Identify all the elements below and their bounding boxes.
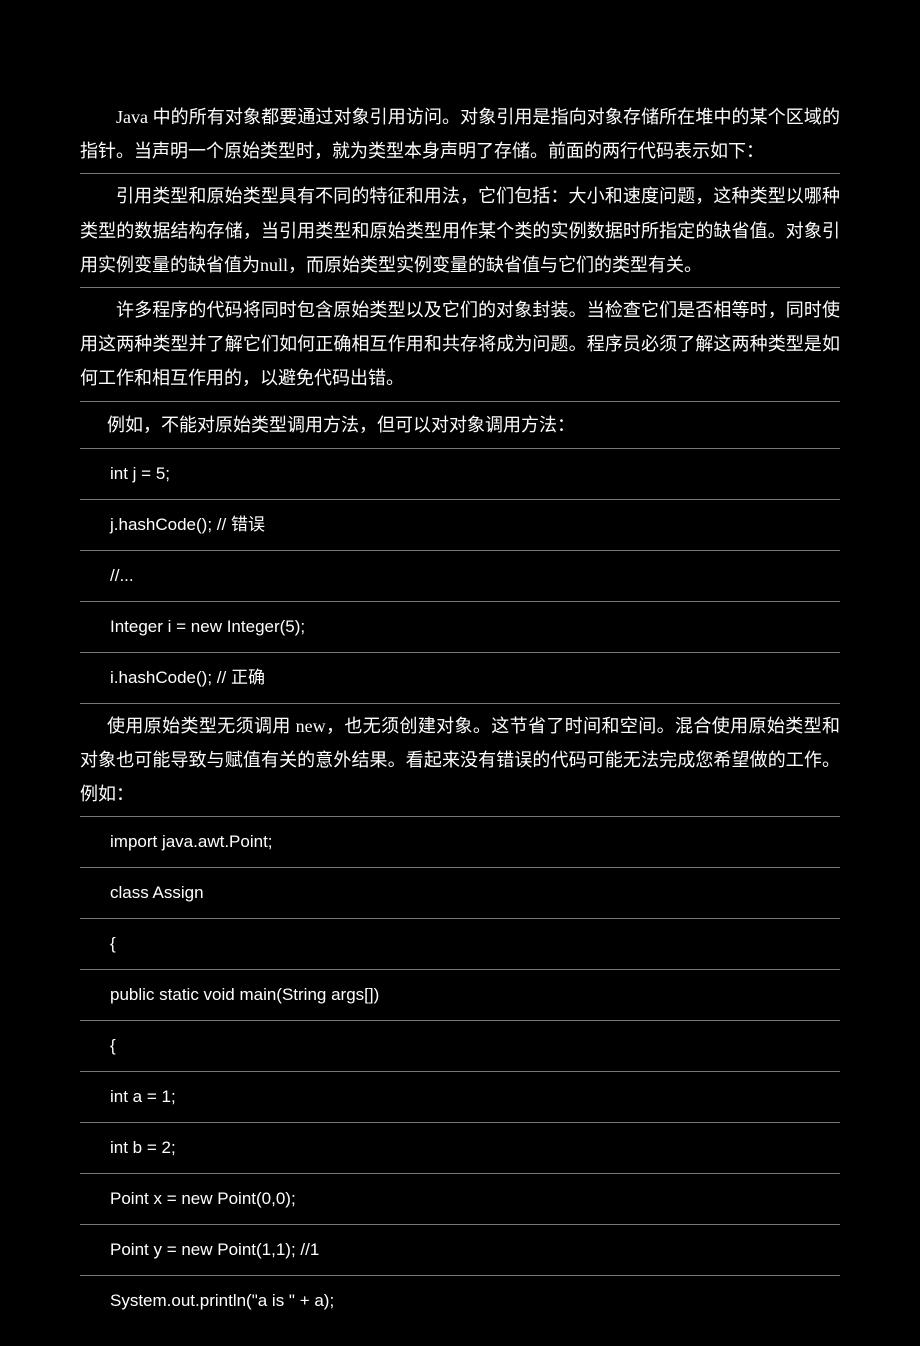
code-line-5: i.hashCode(); // 正确 — [80, 653, 840, 704]
paragraph-1: Java 中的所有对象都要通过对象引用访问。对象引用是指向对象存储所在堆中的某个… — [80, 95, 840, 174]
code-line-7: class Assign — [80, 868, 840, 919]
paragraph-3: 许多程序的代码将同时包含原始类型以及它们的对象封装。当检查它们是否相等时，同时使… — [80, 288, 840, 402]
code-line-10: { — [80, 1021, 840, 1072]
code-line-6: import java.awt.Point; — [80, 817, 840, 868]
content-area: Java 中的所有对象都要通过对象引用访问。对象引用是指向对象存储所在堆中的某个… — [80, 95, 840, 1326]
code-line-3: //... — [80, 551, 840, 602]
code-text: i.hashCode(); // — [110, 668, 231, 687]
document-page: Java 中的所有对象都要通过对象引用访问。对象引用是指向对象存储所在堆中的某个… — [0, 0, 920, 1346]
code-line-2: j.hashCode(); // 错误 — [80, 500, 840, 551]
code-line-12: int b = 2; — [80, 1123, 840, 1174]
code-line-1: int j = 5; — [80, 449, 840, 500]
paragraph-4: 例如，不能对原始类型调用方法，但可以对对象调用方法： — [80, 402, 840, 449]
code-comment: 错误 — [231, 515, 265, 534]
paragraph-5: 使用原始类型无须调用 new，也无须创建对象。这节省了时间和空间。混合使用原始类… — [80, 704, 840, 818]
code-line-9: public static void main(String args[]) — [80, 970, 840, 1021]
code-line-15: System.out.println("a is " + a); — [80, 1276, 840, 1326]
code-comment: 正确 — [231, 668, 265, 687]
code-line-11: int a = 1; — [80, 1072, 840, 1123]
code-text: j.hashCode(); // — [110, 515, 231, 534]
code-line-4: Integer i = new Integer(5); — [80, 602, 840, 653]
code-line-14: Point y = new Point(1,1); //1 — [80, 1225, 840, 1276]
paragraph-2: 引用类型和原始类型具有不同的特征和用法，它们包括：大小和速度问题，这种类型以哪种… — [80, 174, 840, 288]
code-line-8: { — [80, 919, 840, 970]
code-line-13: Point x = new Point(0,0); — [80, 1174, 840, 1225]
